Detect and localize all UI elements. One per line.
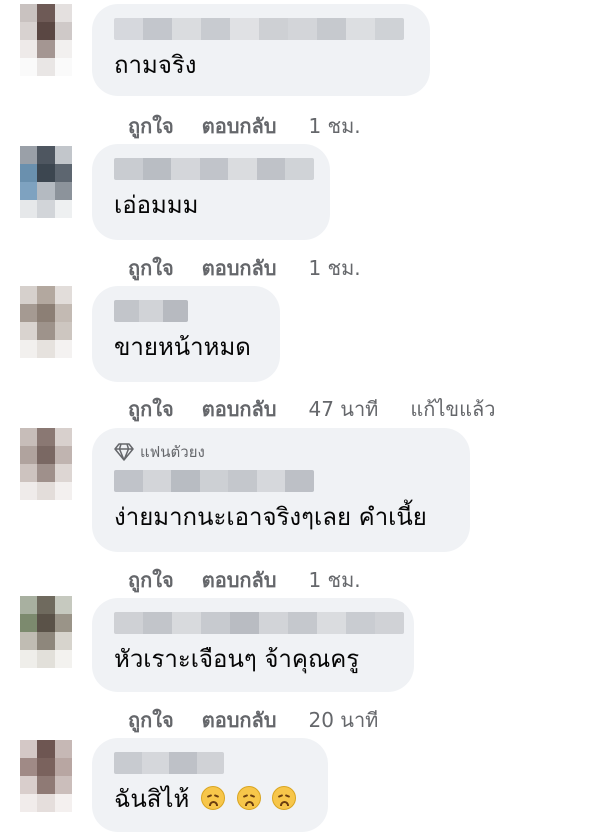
commenter-name-blurred[interactable] <box>114 18 404 40</box>
weary-face-icon <box>272 786 297 810</box>
comment-text: ง่ายมากนะเอาจริงๆเลย คำเนี้ย <box>114 503 427 531</box>
weary-face-icon <box>200 786 225 810</box>
edited-label[interactable]: แก้ไขแล้ว <box>410 393 495 425</box>
like-button[interactable]: ถูกใจ <box>128 393 174 425</box>
comment-text-content: ฉันสิไห้ <box>114 785 190 813</box>
weary-face-icon <box>236 786 261 810</box>
comment-bubble: ขายหน้าหมด <box>92 286 280 382</box>
comment-bubble: แฟนตัวยง ง่ายมากนะเอาจริงๆเลย คำเนี้ย <box>92 428 470 552</box>
badge-label: แฟนตัวยง <box>140 443 205 461</box>
avatar[interactable] <box>20 740 72 812</box>
comment-timestamp[interactable]: 47 นาที <box>308 393 378 425</box>
comment-actions: ถูกใจ ตอบกลับ 47 นาที แก้ไขแล้ว <box>128 393 495 425</box>
comment-text: หัวเราะเจือนๆ จ้าคุณครู <box>114 645 360 673</box>
like-button[interactable]: ถูกใจ <box>128 110 174 142</box>
avatar[interactable] <box>20 4 72 76</box>
avatar[interactable] <box>20 596 72 668</box>
comment-timestamp[interactable]: 1 ชม. <box>308 110 360 142</box>
comment-timestamp[interactable]: 20 นาที <box>308 704 378 736</box>
comment-text: เอ่อมมม <box>114 191 199 219</box>
comment-bubble: เอ่อมมม <box>92 144 330 240</box>
commenter-name-blurred[interactable] <box>114 752 224 774</box>
comment-actions: ถูกใจ ตอบกลับ 1 ชม. <box>128 110 361 142</box>
comment-bubble: ฉันสิไห้ <box>92 738 328 832</box>
avatar[interactable] <box>20 286 72 358</box>
comment-timestamp[interactable]: 1 ชม. <box>308 252 360 284</box>
top-fan-badge[interactable]: แฟนตัวยง <box>114 442 448 462</box>
reply-button[interactable]: ตอบกลับ <box>202 704 277 736</box>
reply-button[interactable]: ตอบกลับ <box>202 564 277 596</box>
avatar[interactable] <box>20 146 72 218</box>
diamond-icon <box>114 443 134 461</box>
comment-actions: ถูกใจ ตอบกลับ 1 ชม. <box>128 564 361 596</box>
commenter-name-blurred[interactable] <box>114 612 404 634</box>
like-button[interactable]: ถูกใจ <box>128 252 174 284</box>
comment-text: ฉันสิไห้ <box>114 784 306 814</box>
comment-timestamp[interactable]: 1 ชม. <box>308 564 360 596</box>
comment-bubble: ถามจริง <box>92 4 430 96</box>
comment-text: ถามจริง <box>114 51 197 79</box>
commenter-name-blurred[interactable] <box>114 158 314 180</box>
avatar[interactable] <box>20 428 72 500</box>
reply-button[interactable]: ตอบกลับ <box>202 252 277 284</box>
reply-button[interactable]: ตอบกลับ <box>202 110 277 142</box>
reply-button[interactable]: ตอบกลับ <box>202 393 277 425</box>
like-button[interactable]: ถูกใจ <box>128 704 174 736</box>
comment-actions: ถูกใจ ตอบกลับ 1 ชม. <box>128 252 361 284</box>
like-button[interactable]: ถูกใจ <box>128 564 174 596</box>
comment-actions: ถูกใจ ตอบกลับ 20 นาที <box>128 704 378 736</box>
comment-text: ขายหน้าหมด <box>114 333 251 361</box>
commenter-name-blurred[interactable] <box>114 300 188 322</box>
commenter-name-blurred[interactable] <box>114 470 314 492</box>
comment-bubble: หัวเราะเจือนๆ จ้าคุณครู <box>92 598 414 692</box>
